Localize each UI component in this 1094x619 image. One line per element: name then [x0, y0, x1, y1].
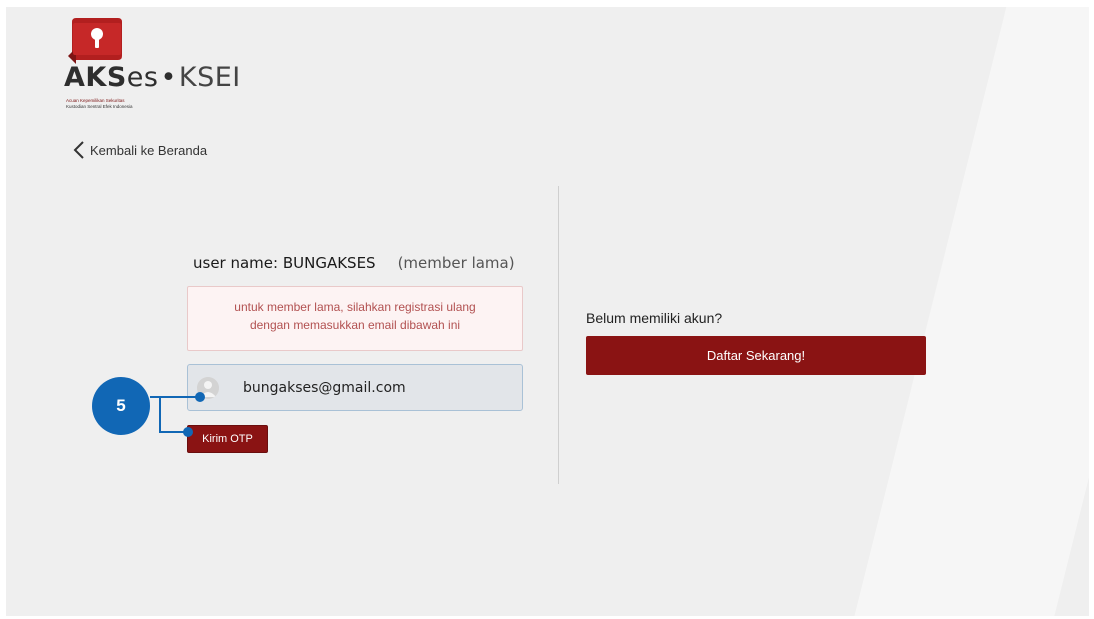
back-link-label: Kembali ke Beranda	[90, 142, 208, 158]
no-account-prompt: Belum memiliki akun?	[586, 310, 723, 326]
notice-line-2: dengan memasukkan email dibawah ini	[249, 318, 461, 332]
callout-badge-step: 5	[92, 377, 150, 435]
notice-line-1: untuk member lama, silahkan registrasi u…	[234, 300, 476, 314]
column-divider	[558, 186, 559, 484]
logo-subtitle-1: Acuan Kepemilikan Sekuritas	[66, 98, 125, 103]
chevron-left-icon	[73, 141, 84, 159]
aksesksei-logo[interactable]: AKSes•KSEI Acuan Kepemilikan Sekuritas K…	[64, 18, 254, 113]
email-field[interactable]	[187, 364, 523, 411]
back-to-home-link[interactable]: Kembali ke Beranda	[72, 140, 207, 160]
username-line: user name: BUNGAKSES (member lama)	[193, 254, 515, 272]
register-now-button[interactable]: Daftar Sekarang!	[586, 336, 926, 375]
logo-subtitle-2: Kustodian Sentral Efek Indonesia	[66, 104, 133, 109]
user-avatar-icon	[197, 376, 219, 399]
keyhole-shield-icon	[68, 18, 122, 64]
username-label: user name: BUNGAKSES	[193, 254, 376, 272]
send-otp-button[interactable]: Kirim OTP	[187, 425, 268, 453]
email-input[interactable]	[243, 379, 503, 396]
background-decoration	[849, 7, 1089, 616]
member-tag: (member lama)	[397, 254, 515, 272]
logo-wordmark: AKSes•KSEI	[64, 62, 241, 93]
legacy-member-notice: untuk member lama, silahkan registrasi u…	[187, 286, 523, 351]
